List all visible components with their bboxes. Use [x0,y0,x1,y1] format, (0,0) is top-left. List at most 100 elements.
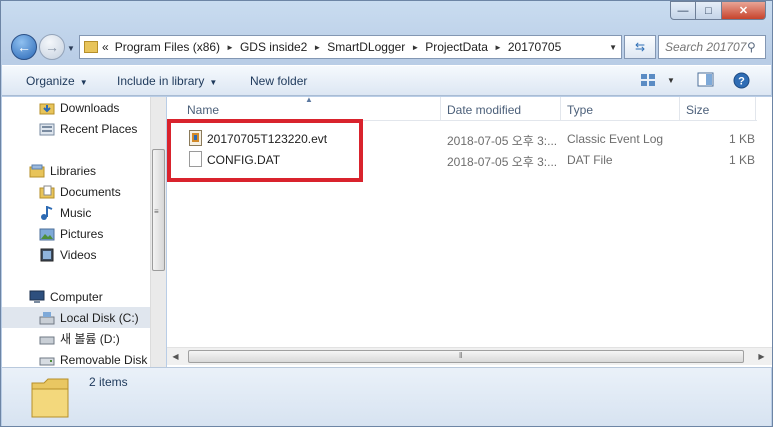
documents-icon [39,185,55,198]
file-size: 1 KB [729,153,756,167]
file-size: 1 KB [729,132,756,146]
sidebar-item-label: Music [60,205,92,220]
scrollbar-grip-icon: ‖ [459,351,463,360]
svg-text:?: ? [738,76,745,88]
breadcrumb-projectdata[interactable]: ProjectData [425,40,488,54]
removable-disk-icon [39,357,55,365]
sidebar-item-label: 새 볼륨 (D:) [60,332,120,346]
details-pane: 2 items [2,367,771,426]
column-header-size[interactable]: Size [686,103,709,117]
breadcrumb-gds-inside2[interactable]: GDS inside2 [240,40,307,54]
chevron-down-icon: ▼ [209,78,218,87]
item-count: 2 items [89,375,128,389]
downloads-folder-icon [39,103,55,114]
breadcrumb-separator-icon[interactable]: ► [313,43,321,52]
sidebar-item-downloads[interactable]: Downloads [2,97,150,118]
breadcrumb-separator-icon[interactable]: ► [226,43,234,52]
search-input[interactable] [665,40,747,54]
folder-icon [31,378,69,418]
sidebar-item-pictures[interactable]: Pictures [2,223,150,244]
column-divider[interactable] [679,97,680,121]
sidebar-item-label: Computer [50,289,103,304]
sidebar-item-computer[interactable]: Computer [2,286,150,307]
include-in-library-menu[interactable]: Include in library ▼ [117,74,217,88]
column-divider[interactable] [440,97,441,121]
pictures-icon [39,228,55,240]
sidebar-item-videos[interactable]: Videos [2,244,150,265]
local-disk-icon [39,311,55,324]
forward-arrow-icon: → [45,39,59,55]
window-controls: — □ ✕ [670,1,766,20]
forward-button[interactable]: → [39,34,65,60]
sidebar-item-libraries[interactable]: Libraries [2,160,150,181]
scrollbar-grip-icon: ≡ [154,207,159,216]
breadcrumb-smartdlogger[interactable]: SmartDLogger [327,40,405,54]
refresh-icon: ⇆ [634,40,646,54]
scroll-left-icon[interactable]: ◀ [167,348,184,365]
videos-icon [40,248,54,261]
close-button[interactable]: ✕ [722,1,766,20]
view-options-dropdown[interactable]: ▼ [667,76,675,85]
computer-icon [29,290,45,303]
help-button[interactable]: ? [733,72,750,89]
sidebar-item-label: Videos [60,247,97,262]
file-date-modified: 2018-07-05 오후 3:... [447,155,558,169]
breadcrumb-separator-icon[interactable]: ► [494,43,502,52]
music-icon [41,205,53,220]
sidebar-item-label: Pictures [60,226,104,241]
folder-icon [84,41,98,53]
title-bar: — □ ✕ [1,1,772,29]
chevron-down-icon: ▼ [79,78,88,87]
highlight-annotation-box [167,119,363,182]
sidebar-item-local-disk-c[interactable]: Local Disk (C:) [2,307,150,328]
explorer-window: — □ ✕ ← → ▼ « Program Files (x86) ► GDS … [0,0,773,427]
breadcrumb-overflow[interactable]: « [102,40,109,54]
navigation-row: ← → ▼ « Program Files (x86) ► GDS inside… [1,31,772,63]
recent-places-icon [39,123,55,135]
scrollbar-thumb[interactable] [188,350,744,363]
back-arrow-icon: ← [17,39,31,55]
sidebar-item-volume-d[interactable]: 새 볼륨 (D:) [2,328,150,349]
breadcrumb-20170705[interactable]: 20170705 [508,40,561,54]
sidebar-item-removable-disk[interactable]: Removable Disk ( [2,349,150,367]
navigation-pane-scrollbar[interactable]: ≡ [150,97,166,367]
file-type: Classic Event Log [567,132,664,146]
view-icon [641,74,655,86]
file-list-pane: ▲ Name Date modified Type Size 20170705T… [167,95,772,367]
organize-menu[interactable]: Organize ▼ [26,74,88,88]
maximize-button[interactable]: □ [696,1,722,20]
column-header-name[interactable]: Name [187,103,219,117]
breadcrumb-separator-icon[interactable]: ► [411,43,419,52]
sidebar-item-recent-places[interactable]: Recent Places [2,118,150,139]
new-folder-button[interactable]: New folder [250,74,307,88]
search-icon[interactable]: ⚲ [747,40,756,54]
column-divider[interactable] [755,97,756,121]
recent-pages-button[interactable]: ▼ [67,44,75,53]
back-button[interactable]: ← [11,34,37,60]
scroll-right-icon[interactable]: ▶ [753,348,770,365]
drive-icon [39,336,55,344]
minimize-button[interactable]: — [670,1,696,20]
column-header-date-modified[interactable]: Date modified [447,103,521,117]
refresh-button[interactable]: ⇆ [624,35,656,59]
column-header-row: ▲ Name Date modified Type Size [167,95,757,121]
sort-ascending-icon: ▲ [305,95,313,104]
search-box[interactable]: ⚲ [658,35,766,59]
sidebar-item-label: Local Disk (C:) [60,310,139,325]
address-bar[interactable]: « Program Files (x86) ► GDS inside2 ► Sm… [79,35,622,59]
preview-pane-button[interactable] [697,72,715,88]
change-view-button[interactable] [640,72,660,88]
sidebar-item-music[interactable]: Music [2,202,150,223]
address-dropdown-icon[interactable]: ▼ [609,43,617,52]
sidebar-item-label: Recent Places [60,121,138,136]
file-date-modified: 2018-07-05 오후 3:... [447,134,558,148]
sidebar-item-documents[interactable]: Documents [2,181,150,202]
column-header-type[interactable]: Type [567,103,593,117]
horizontal-scrollbar[interactable]: ◀ ‖ ▶ [167,347,772,365]
column-divider[interactable] [560,97,561,121]
breadcrumb-program-files[interactable]: Program Files (x86) [115,40,220,54]
help-icon: ? [733,72,750,89]
sidebar-item-label: Removable Disk ( [60,352,150,367]
preview-pane-icon [697,72,714,87]
command-bar: Organize ▼ Include in library ▼ New folder… [2,65,771,96]
